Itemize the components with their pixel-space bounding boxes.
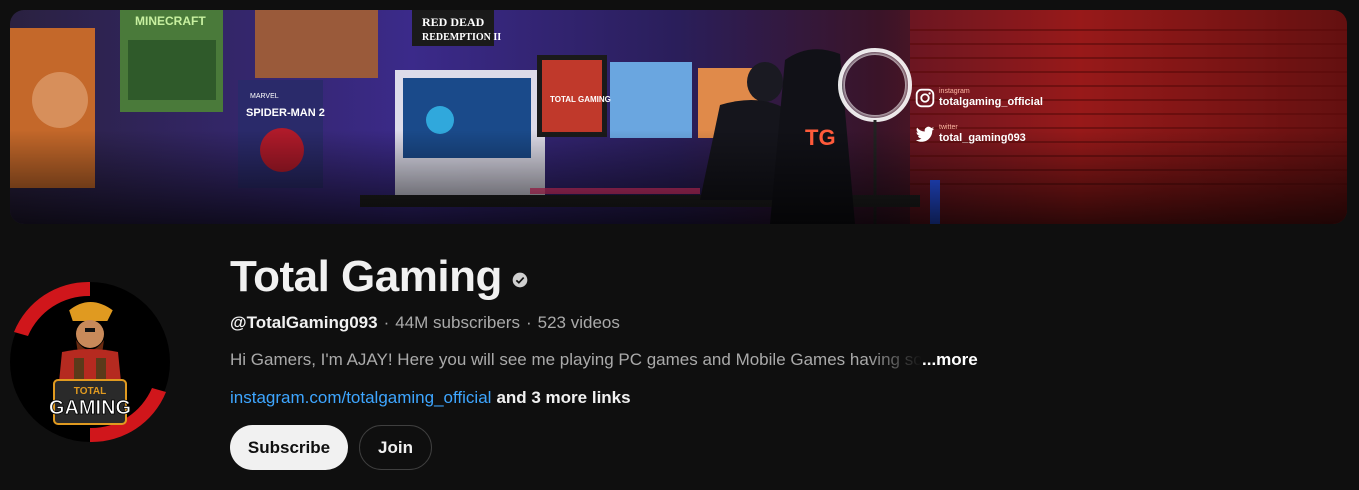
instagram-label: instagram [939, 88, 970, 95]
subscriber-count: 44M subscribers [395, 313, 520, 332]
more-button[interactable]: ...more [922, 350, 978, 370]
instagram-icon [915, 88, 935, 108]
more-links-button[interactable]: and 3 more links [496, 388, 630, 407]
video-count: 523 videos [537, 313, 620, 332]
description-text: Hi Gamers, I'm AJAY! Here you will see m… [230, 350, 922, 369]
poster-gta [255, 10, 378, 78]
twitter-icon [915, 126, 935, 142]
join-button[interactable]: Join [359, 425, 432, 470]
avatar-logo-line1: TOTAL [74, 386, 106, 397]
poster-text-3: REDEMPTION II [422, 32, 501, 43]
meta-separator: · [525, 313, 532, 332]
poster-text-4: MARVEL [250, 93, 279, 100]
instagram-handle: totalgaming_official [939, 96, 1043, 108]
avatar-logo-line2: GAMING [49, 397, 131, 419]
instagram-link[interactable]: instagram.com/totalgaming_official [230, 388, 491, 407]
channel-title: Total Gaming [230, 252, 528, 302]
twitter-label: twitter [939, 124, 958, 131]
poster-text-5: SPIDER-MAN 2 [246, 107, 325, 119]
banner-twitter: twitter total_gaming093 [915, 124, 1026, 144]
poster-text-2: RED DEAD [422, 15, 485, 29]
banner-artwork: TG MINECRAFT RED DEAD REDEMPTION II MARV… [10, 10, 1347, 224]
banner-instagram: instagram totalgaming_official [915, 88, 1043, 108]
channel-meta: @TotalGaming093 · 44M subscribers · 523 … [230, 313, 620, 333]
channel-avatar[interactable]: TOTAL GAMING [10, 262, 170, 462]
subscribe-button[interactable]: Subscribe [230, 425, 348, 470]
chair-logo: TG [805, 125, 836, 150]
channel-actions: Subscribe Join [230, 425, 432, 470]
channel-banner: TG MINECRAFT RED DEAD REDEMPTION II MARV… [10, 10, 1347, 224]
avatar-logo: TOTAL GAMING [10, 281, 170, 443]
monitor-logo: TOTAL GAMING [550, 95, 611, 104]
meta-separator: · [383, 313, 390, 332]
channel-name: Total Gaming [230, 252, 502, 301]
channel-description[interactable]: Hi Gamers, I'm AJAY! Here you will see m… [230, 350, 978, 370]
twitter-handle: total_gaming093 [939, 132, 1026, 144]
poster-text-1: MINECRAFT [135, 14, 206, 28]
channel-handle: @TotalGaming093 [230, 313, 378, 332]
channel-links: instagram.com/totalgaming_official and 3 … [230, 388, 631, 408]
verified-icon [512, 272, 528, 288]
